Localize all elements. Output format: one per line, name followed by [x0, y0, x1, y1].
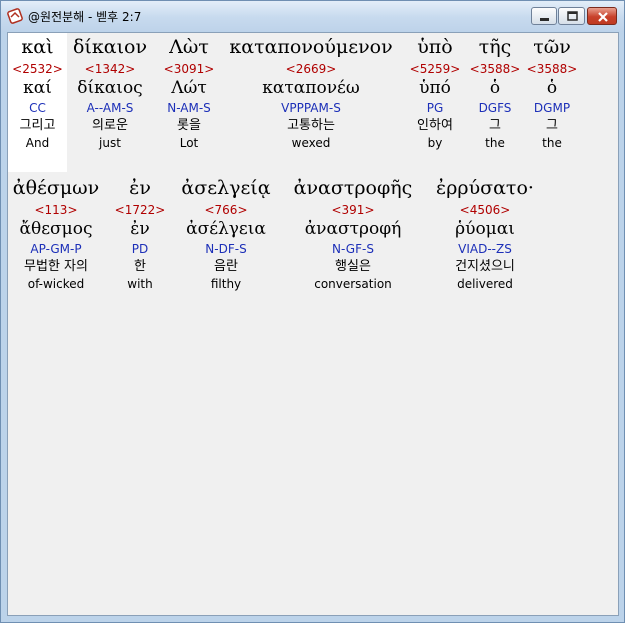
app-window: @원전분해 - 벧후 2:7 καὶ <2532> καί CC 그리고 And… — [0, 0, 625, 623]
morphology-code: PG — [426, 101, 444, 115]
english-gloss: And — [25, 136, 50, 150]
lemma: ἀναστροφή — [304, 219, 402, 239]
lemma: καί — [23, 78, 52, 98]
lemma: ὁ — [489, 78, 501, 98]
morphology-code: N-DF-S — [205, 242, 247, 256]
strong-number: <113> — [34, 203, 78, 217]
lemma: Λώτ — [171, 78, 207, 98]
title-bar[interactable]: @원전분해 - 벧후 2:7 — [1, 1, 624, 31]
word-column[interactable]: καταπονούμενον <2669> καταπονέω VPPPAM-S… — [226, 33, 396, 151]
strong-number: <391> — [331, 203, 375, 217]
english-gloss: by — [427, 136, 443, 150]
greek-word: ὑπὸ — [417, 36, 453, 58]
word-column[interactable]: ὑπὸ <5259> ὑπό PG 인하여 by — [406, 33, 464, 151]
english-gloss: the — [485, 136, 505, 150]
greek-word: ἀθέσμων — [12, 177, 100, 199]
word-column[interactable]: Λὼτ <3091> Λώτ N-AM-S 롯을 Lot — [158, 33, 220, 151]
greek-word: τῆς — [478, 36, 512, 58]
close-button[interactable] — [587, 7, 617, 25]
greek-word: ἀσελγείᾳ — [181, 177, 271, 199]
maximize-button[interactable] — [558, 7, 585, 25]
close-icon — [598, 12, 608, 22]
strong-number: <3091> — [163, 62, 215, 76]
word-column[interactable]: καὶ <2532> καί CC 그리고 And — [8, 33, 67, 172]
word-column[interactable]: ἐρρύσατο· <4506> ῥύομαι VIAD--ZS 건지셨으니 d… — [426, 174, 544, 292]
korean-gloss: 인하여 — [417, 118, 453, 133]
greek-word: δίκαιον — [72, 36, 148, 58]
korean-gloss: 롯을 — [177, 118, 201, 133]
morphology-code: VPPPAM-S — [281, 101, 341, 115]
morphology-code: VIAD--ZS — [458, 242, 512, 256]
morphology-code: DGMP — [533, 101, 571, 115]
english-gloss: filthy — [210, 277, 242, 291]
lemma: ὁ — [546, 78, 558, 98]
english-gloss: just — [99, 136, 121, 150]
strong-number: <3588> — [469, 62, 521, 76]
word-column[interactable]: ἐν <1722> ἐν PD 한 with — [112, 174, 168, 292]
english-gloss: wexed — [291, 136, 331, 150]
lemma: δίκαιος — [77, 78, 143, 98]
morphology-code: N-AM-S — [167, 101, 211, 115]
strong-number: <1342> — [84, 62, 136, 76]
lemma: ὑπό — [419, 78, 451, 98]
lemma: ῥύομαι — [455, 219, 515, 239]
strong-number: <2669> — [285, 62, 337, 76]
lemma: ἐν — [130, 219, 150, 239]
english-gloss: of-wicked — [27, 277, 85, 291]
minimize-button[interactable] — [531, 7, 557, 25]
strong-number: <766> — [204, 203, 248, 217]
english-gloss: Lot — [179, 136, 199, 150]
word-column[interactable]: ἀθέσμων <113> ἄθεσμος AP-GM-P 무법한 자의 of-… — [8, 174, 104, 292]
korean-gloss: 그리고 — [19, 118, 56, 133]
morphology-code: DGFS — [478, 101, 512, 115]
greek-word: ἐν — [129, 177, 151, 199]
korean-gloss: 의로운 — [92, 118, 128, 133]
word-column[interactable]: τῶν <3588> ὁ DGMP 그 the — [526, 33, 578, 151]
korean-gloss: 무법한 자의 — [24, 259, 88, 274]
korean-gloss: 음란 — [214, 259, 238, 274]
strong-number: <2532> — [12, 62, 63, 76]
morphology-code: A--AM-S — [86, 101, 134, 115]
word-column[interactable]: τῆς <3588> ὁ DGFS 그 the — [469, 33, 521, 151]
lemma: ἄθεσμος — [19, 219, 93, 239]
word-column[interactable]: ἀσελγείᾳ <766> ἀσέλγεια N-DF-S 음란 filthy — [172, 174, 280, 292]
korean-gloss: 건지셨으니 — [455, 259, 515, 274]
greek-word: καταπονούμενον — [229, 36, 393, 58]
korean-gloss: 행실은 — [335, 259, 371, 274]
english-gloss: the — [542, 136, 562, 150]
greek-word: Λὼτ — [169, 36, 209, 58]
greek-word: τῶν — [533, 36, 571, 58]
morphology-code: N-GF-S — [332, 242, 374, 256]
english-gloss: delivered — [457, 277, 513, 291]
english-gloss: with — [127, 277, 153, 291]
strong-number: <4506> — [459, 203, 511, 217]
korean-gloss: 고통하는 — [287, 118, 335, 133]
minimize-icon — [540, 18, 549, 21]
greek-word: καὶ — [21, 36, 54, 58]
korean-gloss: 한 — [134, 259, 146, 274]
english-gloss: conversation — [314, 277, 392, 291]
lemma: καταπονέω — [262, 78, 360, 98]
lemma: ἀσέλγεια — [186, 219, 266, 239]
strong-number: <3588> — [526, 62, 578, 76]
morphology-code: CC — [29, 101, 46, 115]
window-title: @원전분해 - 벧후 2:7 — [28, 10, 142, 24]
korean-gloss: 그 — [489, 118, 501, 133]
morphology-code: AP-GM-P — [30, 242, 82, 256]
korean-gloss: 그 — [546, 118, 558, 133]
app-icon — [7, 8, 23, 24]
word-column[interactable]: ἀναστροφῆς <391> ἀναστροφή N-GF-S 행실은 co… — [284, 174, 422, 292]
strong-number: <1722> — [114, 203, 166, 217]
morphology-code: PD — [131, 242, 149, 256]
word-column[interactable]: δίκαιον <1342> δίκαιος A--AM-S 의로운 just — [70, 33, 150, 151]
maximize-icon — [567, 11, 578, 21]
interlinear-panel: καὶ <2532> καί CC 그리고 And δίκαιον <1342>… — [7, 32, 619, 616]
greek-word: ἐρρύσατο· — [436, 177, 534, 199]
strong-number: <5259> — [409, 62, 461, 76]
greek-word: ἀναστροφῆς — [293, 177, 413, 199]
